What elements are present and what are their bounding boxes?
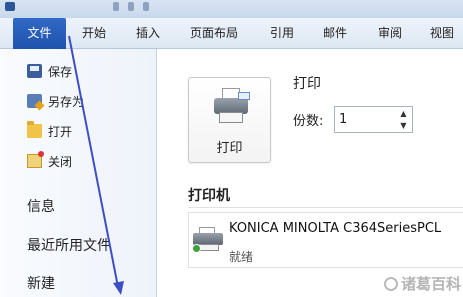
tab-review[interactable]: 审阅 — [378, 18, 402, 49]
watermark: 诸葛百科 — [383, 273, 461, 294]
section-recent-files[interactable]: 最近所用文件 — [27, 235, 111, 255]
print-pane: 打印 打印 份数: ▲ ▼ 打印机 KONICA MINOLTA C364Ser… — [158, 49, 463, 297]
save-label: 保存 — [48, 64, 73, 79]
watermark-logo-icon — [383, 276, 398, 291]
tab-insert[interactable]: 插入 — [136, 18, 160, 49]
save-as-label: 另存为 — [48, 94, 85, 109]
redo-icon[interactable] — [143, 2, 149, 11]
close-command[interactable]: 关闭 — [27, 151, 72, 171]
save-command[interactable]: 保存 — [27, 61, 72, 81]
printer-name: KONICA MINOLTA C364SeriesPCL — [229, 221, 442, 236]
close-document-icon — [27, 151, 44, 168]
undo-icon[interactable] — [128, 2, 134, 11]
divider — [188, 207, 463, 208]
tab-view[interactable]: 视图 — [430, 18, 454, 49]
spin-down-icon[interactable]: ▼ — [398, 120, 409, 131]
printer-small-icon — [192, 227, 225, 253]
tab-home[interactable]: 开始 — [82, 18, 106, 49]
print-title: 打印 — [293, 76, 321, 92]
print-button[interactable]: 打印 — [188, 77, 271, 163]
open-folder-icon — [27, 121, 42, 138]
printer-heading: 打印机 — [188, 188, 230, 204]
save-as-command[interactable]: 另存为 — [27, 91, 84, 111]
tab-references[interactable]: 引用 — [270, 18, 294, 49]
print-button-label: 打印 — [216, 141, 243, 156]
printer-status: 就绪 — [229, 250, 254, 264]
tab-file[interactable]: 文件 — [13, 18, 66, 49]
section-info[interactable]: 信息 — [27, 196, 55, 216]
tab-mailings[interactable]: 邮件 — [323, 18, 347, 49]
backstage-menu: 保存 另存为 打开 关闭 信息 最近所用文件 新建 — [0, 49, 157, 297]
save-quick-icon[interactable] — [113, 2, 119, 11]
quick-access-toolbar — [0, 0, 463, 18]
open-label: 打开 — [48, 124, 73, 139]
copies-label: 份数: — [293, 114, 324, 129]
printer-dropdown[interactable]: KONICA MINOLTA C364SeriesPCL 就绪 — [188, 212, 463, 268]
printer-icon — [214, 88, 250, 124]
ribbon-tab-bar: 文件 开始 插入 页面布局 引用 邮件 审阅 视图 — [0, 18, 463, 49]
section-new[interactable]: 新建 — [27, 273, 55, 293]
spin-up-icon[interactable]: ▲ — [398, 108, 409, 119]
tab-page-layout[interactable]: 页面布局 — [190, 18, 238, 49]
save-icon — [27, 64, 42, 78]
copies-input[interactable] — [339, 110, 393, 129]
close-label: 关闭 — [48, 154, 73, 169]
copies-stepper: ▲ ▼ — [334, 106, 413, 133]
word-app-icon — [5, 2, 15, 11]
open-command[interactable]: 打开 — [27, 121, 72, 141]
save-as-icon — [27, 94, 42, 108]
watermark-text: 诸葛百科 — [400, 275, 461, 293]
